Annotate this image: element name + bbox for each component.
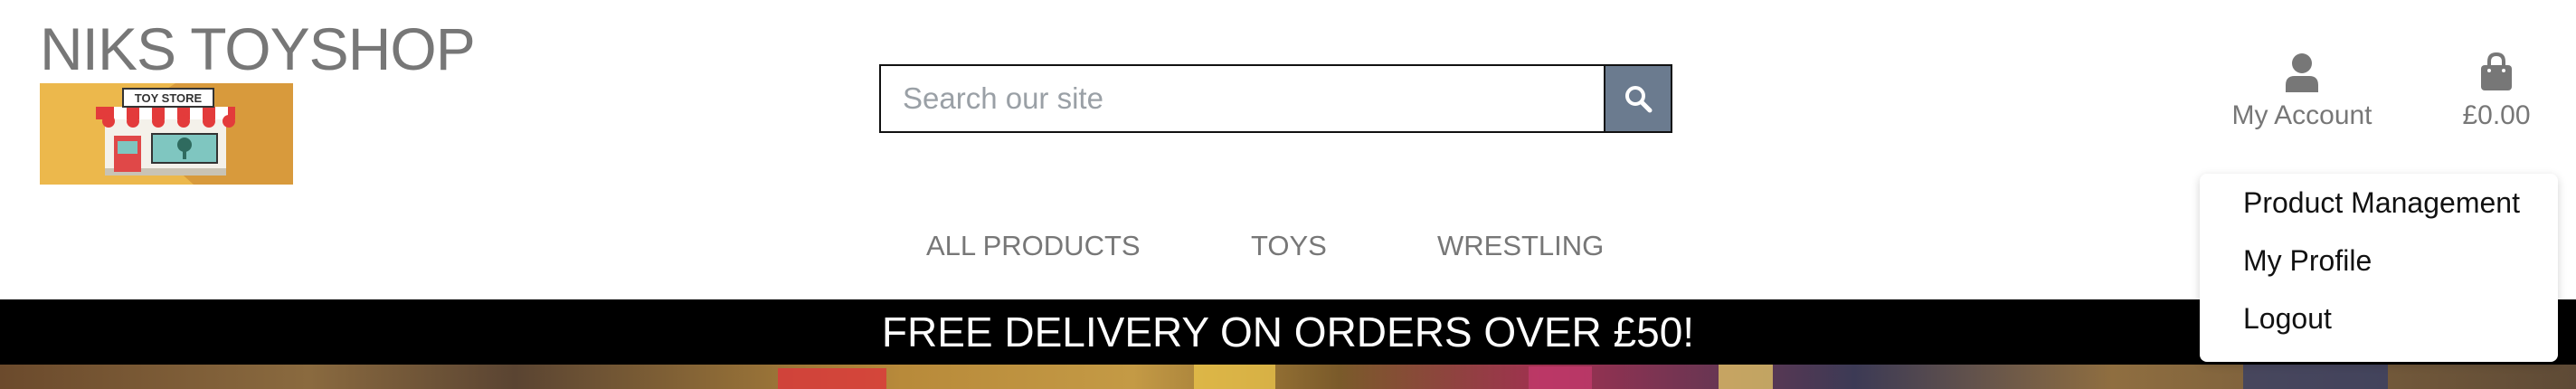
toy-store-logo-graphic: TOY STORE [96, 83, 293, 185]
hero-image-graphic [778, 365, 2388, 389]
shopping-bag-link[interactable]: £0.00 [2442, 52, 2551, 131]
shopping-bag-icon [2481, 52, 2512, 90]
nav-item-wrestling[interactable]: WRESTLING [1437, 230, 1604, 262]
search-input[interactable] [879, 64, 1606, 133]
logo-text: TOY STORE [135, 91, 203, 105]
my-account-link[interactable]: My Account [2207, 52, 2397, 131]
my-account-label: My Account [2231, 100, 2372, 130]
cart-total: £0.00 [2462, 100, 2531, 130]
toy-store-logo[interactable]: TOY STORE [40, 83, 293, 185]
search-form [879, 64, 1693, 133]
nav-item-all-products[interactable]: ALL PRODUCTS [926, 230, 1141, 262]
menu-item-logout[interactable]: Logout [2243, 302, 2332, 336]
user-icon [2286, 53, 2318, 92]
account-dropdown-menu: Product Management My Profile Logout [2200, 174, 2558, 362]
nav-item-toys[interactable]: TOYS [1251, 230, 1327, 262]
site-brand-title[interactable]: NIKS TOYSHOP [40, 13, 476, 85]
hero-image [0, 365, 2576, 389]
menu-item-product-management[interactable]: Product Management [2243, 186, 2520, 220]
delivery-banner: FREE DELIVERY ON ORDERS OVER £50! [0, 299, 2576, 365]
menu-item-my-profile[interactable]: My Profile [2243, 244, 2372, 278]
search-icon [1625, 86, 1653, 113]
search-button[interactable] [1604, 64, 1672, 133]
delivery-banner-text: FREE DELIVERY ON ORDERS OVER £50! [881, 308, 1695, 356]
